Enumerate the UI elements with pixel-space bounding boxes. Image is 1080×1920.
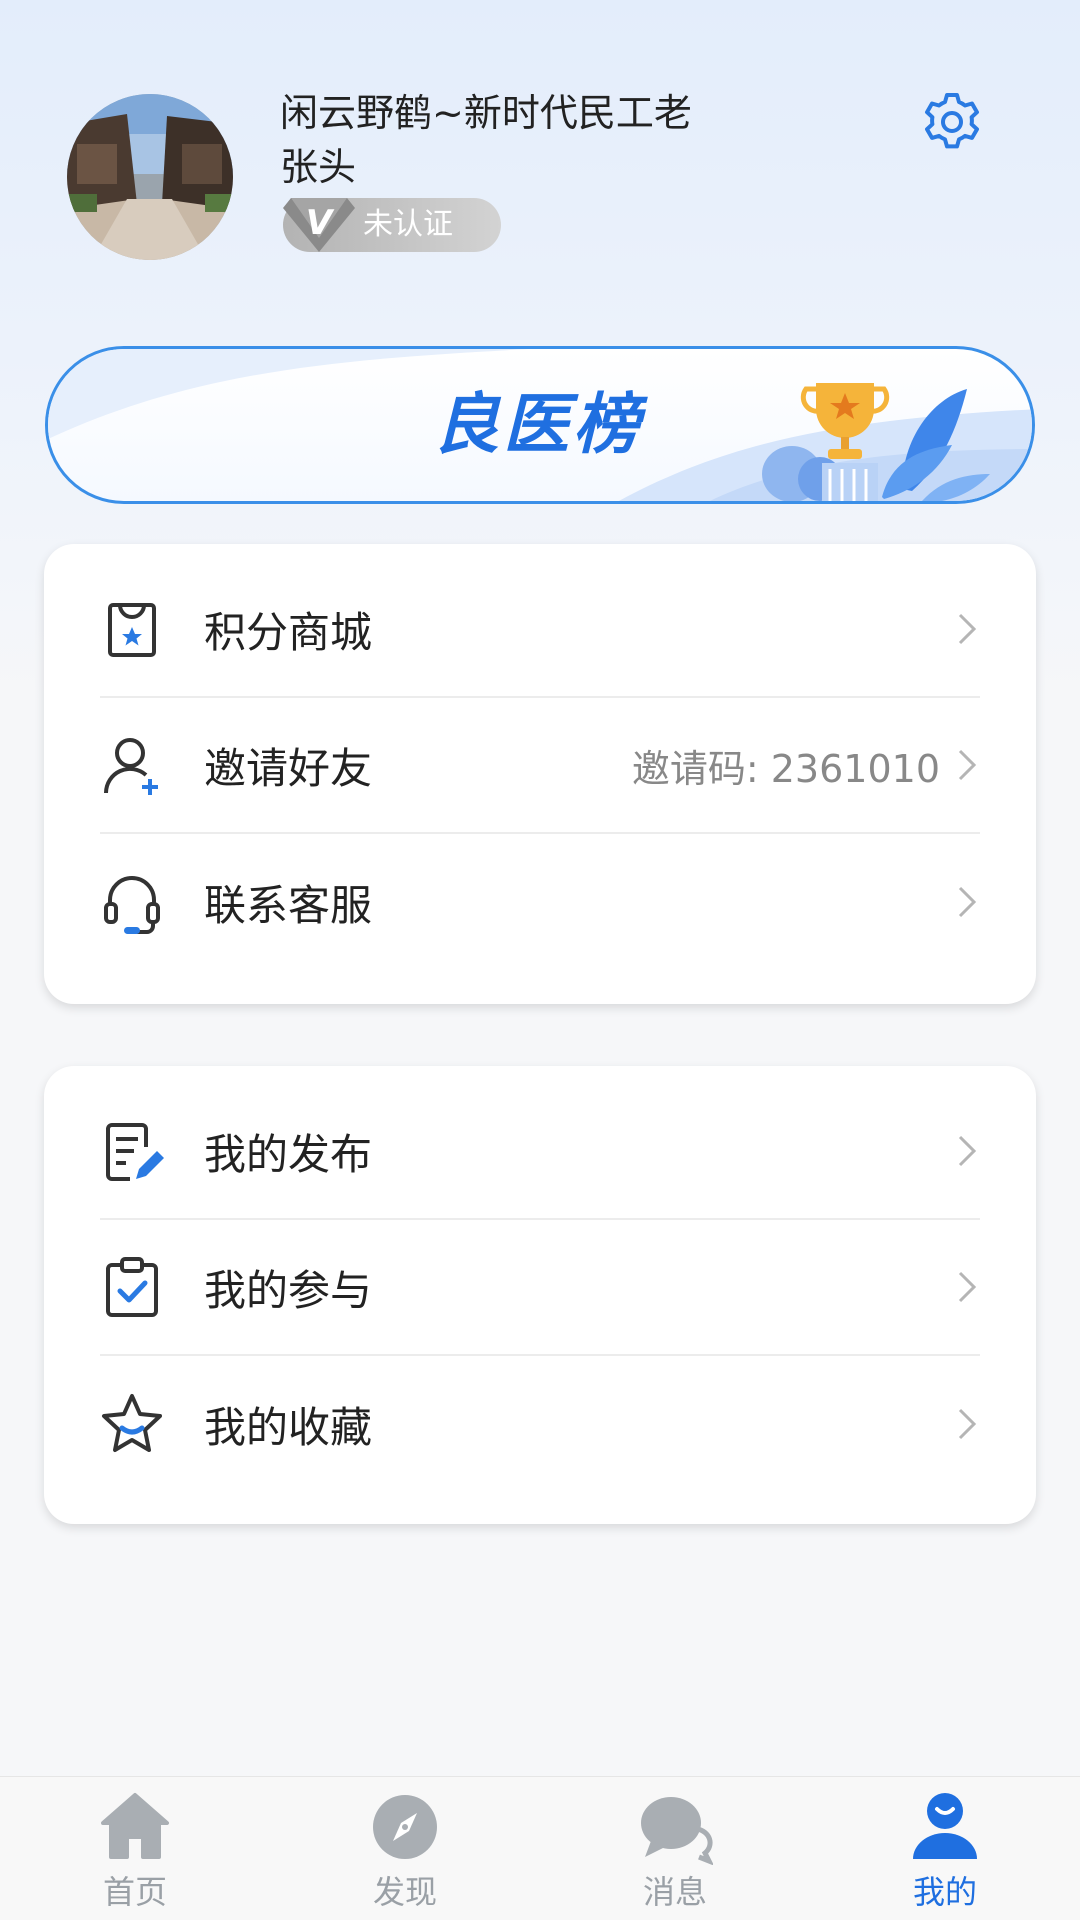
tab-label-discover: 发现 bbox=[372, 1873, 437, 1911]
trophy-icon bbox=[762, 383, 990, 501]
username: 闲云野鹤~新时代民工老张头 bbox=[280, 91, 692, 189]
edit-document-icon bbox=[106, 1123, 164, 1181]
home-icon bbox=[101, 1793, 169, 1859]
chevron-right-icon bbox=[958, 1408, 977, 1440]
services-menu-card: 积分商城 邀请好友 邀请码: 2361010 联系客服 bbox=[44, 544, 1036, 1004]
menu-row-my-favorites[interactable]: 我的收藏 bbox=[100, 1356, 980, 1492]
menu-row-invite-friends[interactable]: 邀请好友 邀请码: 2361010 bbox=[100, 698, 980, 834]
avatar-image bbox=[67, 94, 233, 260]
verified-v-icon: V bbox=[283, 198, 355, 252]
star-icon bbox=[102, 1394, 162, 1452]
menu-label-my-favorites: 我的收藏 bbox=[204, 1402, 373, 1452]
menu-label-invite-friends: 邀请好友 bbox=[204, 743, 373, 793]
tab-label-messages: 消息 bbox=[642, 1873, 707, 1911]
verify-status-badge[interactable]: V 未认证 bbox=[283, 198, 501, 252]
tab-messages[interactable]: 消息 bbox=[540, 1777, 810, 1920]
menu-row-my-posts[interactable]: 我的发布 bbox=[100, 1084, 980, 1220]
profile-page: 闲云野鹤~新时代民工老张头 V 未认证 良医榜 积分商城 邀请好友 邀请码: 2… bbox=[0, 0, 1080, 1920]
headset-icon bbox=[104, 876, 160, 934]
my-content-menu-card: 我的发布 我的参与 我的收藏 bbox=[44, 1066, 1036, 1524]
verify-status-label: 未认证 bbox=[363, 207, 453, 242]
compass-icon bbox=[373, 1795, 437, 1859]
tab-discover[interactable]: 发现 bbox=[270, 1777, 540, 1920]
tab-label-home: 首页 bbox=[102, 1873, 167, 1911]
clipboard-check-icon bbox=[106, 1257, 158, 1317]
tab-profile[interactable]: 我的 bbox=[810, 1777, 1080, 1920]
good-doctor-ranking-banner[interactable]: 良医榜 bbox=[45, 346, 1035, 504]
chevron-right-icon bbox=[958, 1135, 977, 1167]
menu-row-contact-service[interactable]: 联系客服 bbox=[100, 834, 980, 970]
bottom-tab-bar: 首页 发现 消息 我的 bbox=[0, 1776, 1080, 1920]
chevron-right-icon bbox=[958, 749, 977, 781]
chevron-right-icon bbox=[958, 613, 977, 645]
menu-row-points-mall[interactable]: 积分商城 bbox=[100, 562, 980, 698]
invite-code-text: 邀请码: 2361010 bbox=[631, 746, 940, 791]
menu-row-my-participation[interactable]: 我的参与 bbox=[100, 1220, 980, 1356]
profile-header: 闲云野鹤~新时代民工老张头 V 未认证 bbox=[0, 0, 1080, 330]
avatar[interactable] bbox=[67, 94, 233, 260]
chat-icon bbox=[641, 1797, 713, 1865]
tab-home[interactable]: 首页 bbox=[0, 1777, 270, 1920]
svg-text:V: V bbox=[306, 203, 335, 243]
settings-gear-icon[interactable] bbox=[920, 90, 984, 154]
menu-label-my-participation: 我的参与 bbox=[204, 1265, 373, 1315]
shop-bag-icon bbox=[108, 603, 156, 657]
add-user-icon bbox=[103, 738, 158, 795]
tab-label-profile: 我的 bbox=[912, 1873, 977, 1911]
menu-label-contact-service: 联系客服 bbox=[204, 880, 373, 930]
chevron-right-icon bbox=[958, 886, 977, 918]
user-icon bbox=[913, 1793, 977, 1859]
menu-label-my-posts: 我的发布 bbox=[204, 1129, 373, 1179]
menu-label-points-mall: 积分商城 bbox=[204, 607, 373, 657]
chevron-right-icon bbox=[958, 1271, 977, 1303]
